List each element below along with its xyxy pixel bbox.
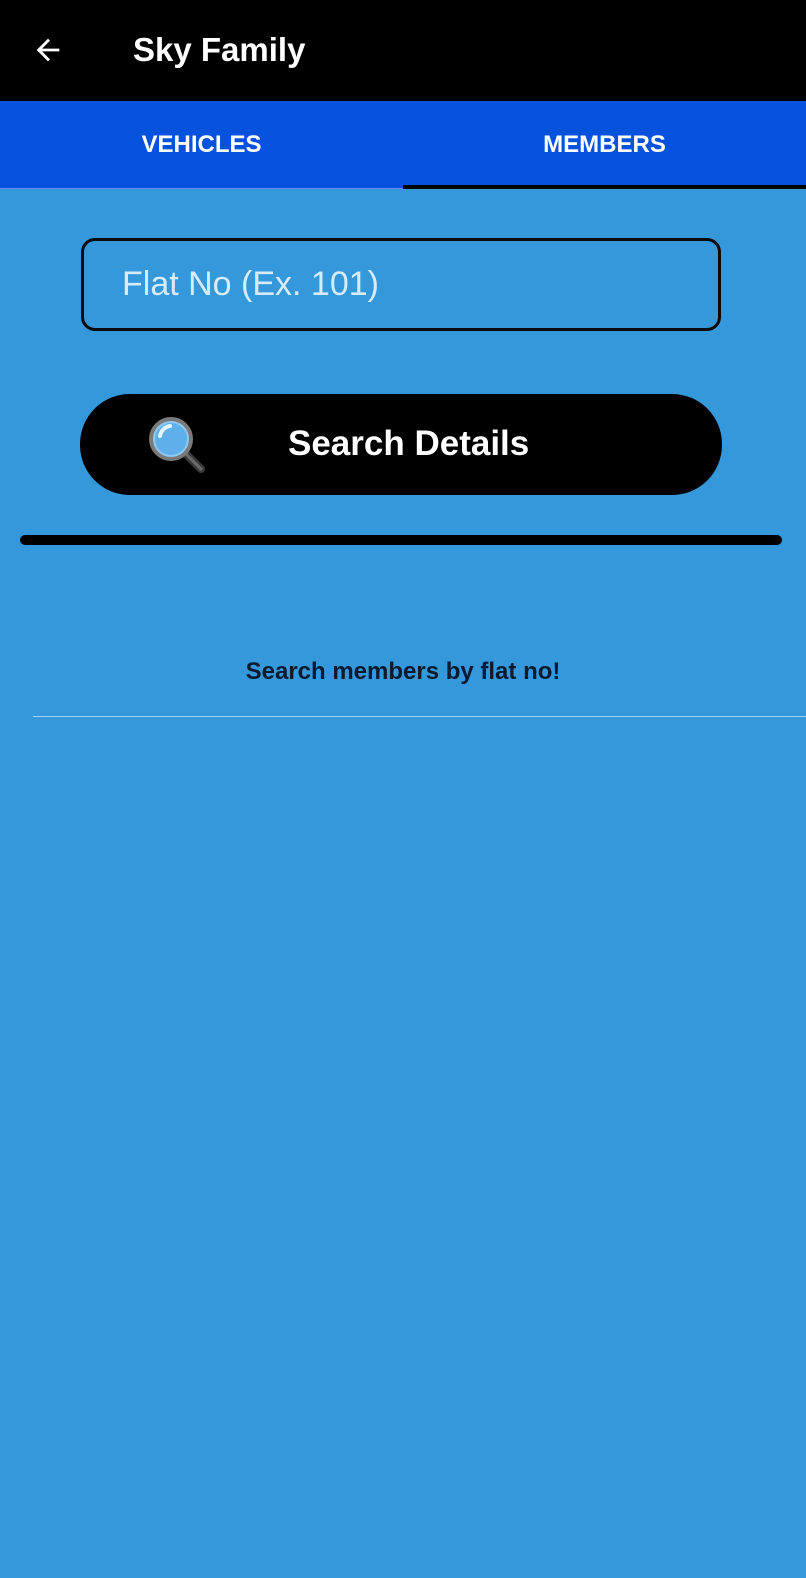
app-screen: Sky Family VEHICLES MEMBERS Search Detai… — [0, 0, 806, 1578]
empty-state-message: Search members by flat no! — [245, 658, 561, 685]
list-divider — [33, 716, 806, 717]
magnifier-icon — [149, 417, 205, 473]
section-divider — [20, 535, 782, 545]
tab-members[interactable]: MEMBERS — [403, 101, 806, 189]
back-button[interactable] — [22, 24, 74, 76]
tab-vehicles[interactable]: VEHICLES — [0, 101, 403, 189]
flat-number-input[interactable] — [81, 238, 721, 331]
arrow-left-icon — [36, 38, 60, 62]
tab-bar: VEHICLES MEMBERS — [0, 101, 806, 189]
app-title: Sky Family — [133, 31, 306, 68]
search-details-button[interactable]: Search Details — [80, 394, 722, 495]
app-bar: Sky Family — [0, 0, 806, 101]
tab-vehicles-label: VEHICLES — [141, 131, 262, 158]
tab-members-label: MEMBERS — [543, 131, 666, 158]
search-details-label: Search Details — [288, 424, 530, 463]
tab-selected-indicator — [403, 185, 806, 189]
tab-divider — [0, 188, 403, 189]
